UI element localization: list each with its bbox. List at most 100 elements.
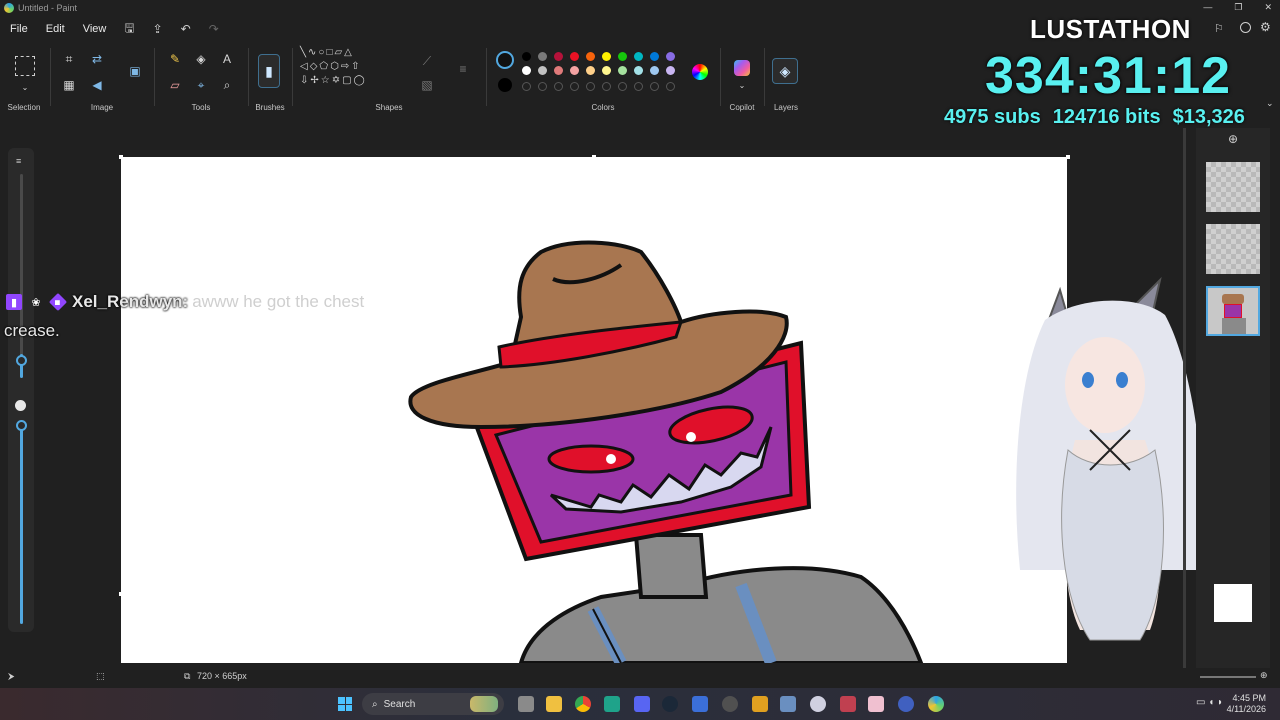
app-icon[interactable] [840, 696, 856, 712]
chevron-down-icon[interactable]: ⌄ [1266, 98, 1274, 109]
chrome-icon[interactable] [575, 696, 591, 712]
canvas-resize-handle[interactable] [592, 155, 596, 159]
taskbar-search[interactable]: ⌕ Search [362, 693, 504, 715]
share-icon[interactable]: ⇪ [153, 22, 163, 36]
custom-color-slot[interactable] [586, 82, 595, 91]
secondary-color-swatch[interactable] [498, 78, 512, 92]
brush-size-slider[interactable]: ≡ [8, 148, 34, 632]
undo-icon[interactable]: ↶ [181, 22, 191, 36]
rotate-icon[interactable]: ◀ [88, 76, 106, 94]
color-swatch[interactable] [538, 66, 547, 75]
opacity-thumb[interactable] [16, 420, 27, 431]
custom-color-slot[interactable] [666, 82, 675, 91]
primary-color-swatch[interactable] [496, 51, 514, 69]
color-swatch[interactable] [586, 52, 595, 61]
color-swatch[interactable] [634, 66, 643, 75]
layer-thumbnail[interactable] [1206, 224, 1260, 274]
text-icon[interactable]: A [218, 50, 236, 68]
redo-icon[interactable]: ↷ [209, 22, 219, 36]
color-swatch[interactable] [554, 66, 563, 75]
taskbar-clock[interactable]: 4:45 PM 4/11/2026 [1227, 693, 1266, 715]
maximize-icon[interactable]: ❐ [1234, 2, 1242, 13]
custom-color-slot[interactable] [570, 82, 579, 91]
color-picker-icon[interactable]: ⌖ [192, 76, 210, 94]
menu-file[interactable]: File [10, 23, 28, 35]
pencil-icon[interactable]: ✎ [166, 50, 184, 68]
app-icon[interactable] [752, 696, 768, 712]
color-swatch[interactable] [602, 66, 611, 75]
color-swatch[interactable] [570, 52, 579, 61]
menu-edit[interactable]: Edit [46, 23, 65, 35]
canvas-resize-handle[interactable] [119, 155, 123, 159]
custom-color-slot[interactable] [618, 82, 627, 91]
scrollbar[interactable] [1183, 128, 1186, 668]
color-swatch[interactable] [618, 52, 627, 61]
copilot-icon[interactable] [734, 60, 750, 76]
drawing-canvas[interactable] [121, 157, 1067, 663]
color-swatch[interactable] [666, 52, 675, 61]
custom-color-slot[interactable] [602, 82, 611, 91]
background-layer-thumbnail[interactable] [1214, 584, 1252, 622]
outline-icon[interactable]: ⟋ [418, 52, 436, 70]
app-icon[interactable] [722, 696, 738, 712]
obs-icon[interactable] [810, 696, 826, 712]
custom-color-slot[interactable] [634, 82, 643, 91]
color-swatch[interactable] [554, 52, 563, 61]
chevron-down-icon[interactable]: ⌄ [16, 78, 34, 96]
brush-icon[interactable]: ▮ [258, 54, 280, 88]
custom-color-slot[interactable] [522, 82, 531, 91]
image-tool-icon[interactable]: ▦ [60, 76, 78, 94]
shield-icon[interactable] [692, 696, 708, 712]
crop-icon[interactable]: ⌗ [60, 50, 78, 68]
paint-taskbar-icon[interactable] [928, 696, 944, 712]
discord-icon[interactable] [634, 696, 650, 712]
color-swatch[interactable] [618, 66, 627, 75]
app-icon[interactable] [780, 696, 796, 712]
custom-color-slot[interactable] [554, 82, 563, 91]
chevron-down-icon[interactable]: ⌄ [733, 76, 751, 94]
account-icon[interactable] [1240, 22, 1251, 33]
zoom-in-icon[interactable]: ⊕ [1260, 670, 1268, 681]
layer-thumbnail-active[interactable] [1206, 286, 1260, 336]
fill-icon[interactable]: ◈ [192, 50, 210, 68]
add-layer-icon[interactable]: ⊕ [1228, 132, 1238, 146]
eraser-icon[interactable]: ▱ [166, 76, 184, 94]
custom-color-slot[interactable] [650, 82, 659, 91]
layer-thumbnail[interactable] [1206, 162, 1260, 212]
app-icon[interactable] [868, 696, 884, 712]
edit-colors-icon[interactable] [692, 64, 708, 80]
steam-icon[interactable] [662, 696, 678, 712]
layers-icon[interactable]: ◈ [772, 58, 798, 84]
color-swatch[interactable] [602, 52, 611, 61]
system-tray-icons[interactable]: ▭ ◖ ◗ [1196, 697, 1223, 708]
color-swatch[interactable] [666, 66, 675, 75]
canvas-resize-handle[interactable] [119, 592, 123, 596]
start-icon[interactable] [338, 697, 352, 711]
magnifier-icon[interactable]: ⌕ [218, 76, 236, 94]
task-view-icon[interactable] [518, 696, 534, 712]
size-icon[interactable]: ≡ [454, 60, 472, 78]
color-swatch[interactable] [522, 66, 531, 75]
custom-color-slot[interactable] [538, 82, 547, 91]
shapes-gallery-icon[interactable]: ╲∿○□▱△ ◁◇⬠⬡⇨⇧ ⇩✢☆✡▢◯ [300, 46, 410, 98]
background-removal-icon[interactable]: ▣ [126, 62, 144, 80]
minimize-icon[interactable]: — [1203, 2, 1212, 13]
save-icon[interactable]: 🖫 [124, 19, 134, 40]
color-swatch[interactable] [650, 52, 659, 61]
selection-rectangle-icon[interactable] [15, 56, 35, 76]
color-swatch[interactable] [570, 66, 579, 75]
menu-view[interactable]: View [83, 23, 107, 35]
canvas-resize-handle[interactable] [1066, 155, 1070, 159]
color-swatch[interactable] [522, 52, 531, 61]
color-swatch[interactable] [538, 52, 547, 61]
file-explorer-icon[interactable] [546, 696, 562, 712]
slider-thumb[interactable] [16, 355, 27, 366]
resize-icon[interactable]: ⇄ [88, 50, 106, 68]
color-swatch[interactable] [586, 66, 595, 75]
app-icon[interactable] [898, 696, 914, 712]
fill-shape-icon[interactable]: ▧ [418, 76, 436, 94]
feedback-icon[interactable]: ⚐ [1214, 22, 1224, 35]
app-icon[interactable] [604, 696, 620, 712]
close-icon[interactable]: ✕ [1264, 2, 1272, 13]
color-swatch[interactable] [634, 52, 643, 61]
